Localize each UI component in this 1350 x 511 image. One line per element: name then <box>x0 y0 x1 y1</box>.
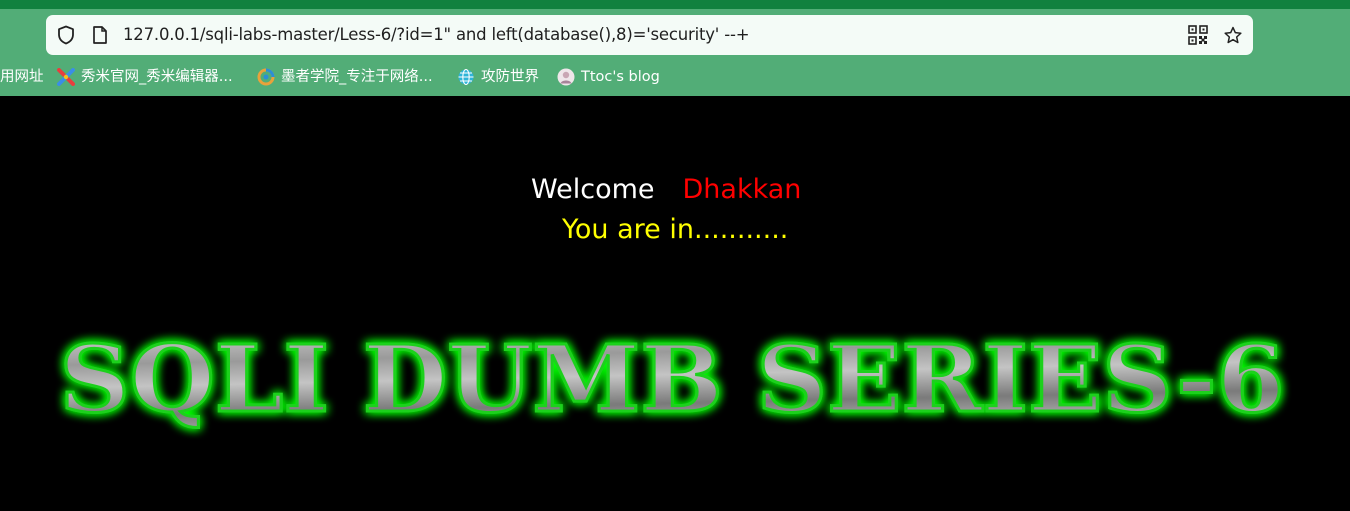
bookmark-label: Ttoc's blog <box>581 69 660 85</box>
avatar-icon <box>557 68 575 86</box>
bookmark-item[interactable]: 秀米官网_秀米编辑器... <box>57 64 233 90</box>
status-message: You are in........... <box>562 214 789 245</box>
shield-icon[interactable] <box>56 25 76 45</box>
user-name: Dhakkan <box>682 174 802 205</box>
url-text[interactable]: 127.0.0.1/sqli-labs-master/Less-6/?id=1"… <box>123 25 750 45</box>
bookmark-label: 墨者学院_专注于网络... <box>281 69 433 85</box>
sqli-dumb-series-banner: SQLI DUMB SERIES-6 <box>58 324 1286 435</box>
star-icon[interactable] <box>1223 25 1243 45</box>
bookmark-item[interactable]: 攻防世界 <box>457 64 539 90</box>
qr-code-icon[interactable] <box>1188 25 1208 45</box>
welcome-line: Welcome Dhakkan <box>531 172 801 208</box>
page-icon[interactable] <box>90 25 110 45</box>
tab-strip-edge <box>0 0 1350 9</box>
globe-icon <box>457 68 475 86</box>
bookmark-item[interactable]: 墨者学院_专注于网络... <box>257 64 433 90</box>
browser-toolbar: 127.0.0.1/sqli-labs-master/Less-6/?id=1"… <box>0 0 1350 96</box>
welcome-text: Welcome <box>531 174 655 205</box>
mozhe-icon <box>257 68 275 86</box>
bookmarks-bar: 用网址 秀米官网_秀米编辑器... 墨者学院_专注于网络... 攻防世界 Tto… <box>0 64 1350 90</box>
bookmark-label: 用网址 <box>0 69 44 85</box>
bookmark-item[interactable]: Ttoc's blog <box>557 64 660 90</box>
page-content: Welcome Dhakkan You are in........... SQ… <box>0 96 1350 511</box>
bookmark-label: 秀米官网_秀米编辑器... <box>81 69 233 85</box>
bookmark-item[interactable]: 用网址 <box>0 64 44 90</box>
bookmark-label: 攻防世界 <box>481 69 539 85</box>
banner-text: SQLI DUMB SERIES-6 <box>60 325 1285 433</box>
address-bar[interactable]: 127.0.0.1/sqli-labs-master/Less-6/?id=1"… <box>46 15 1253 55</box>
xiumi-icon <box>57 68 75 86</box>
